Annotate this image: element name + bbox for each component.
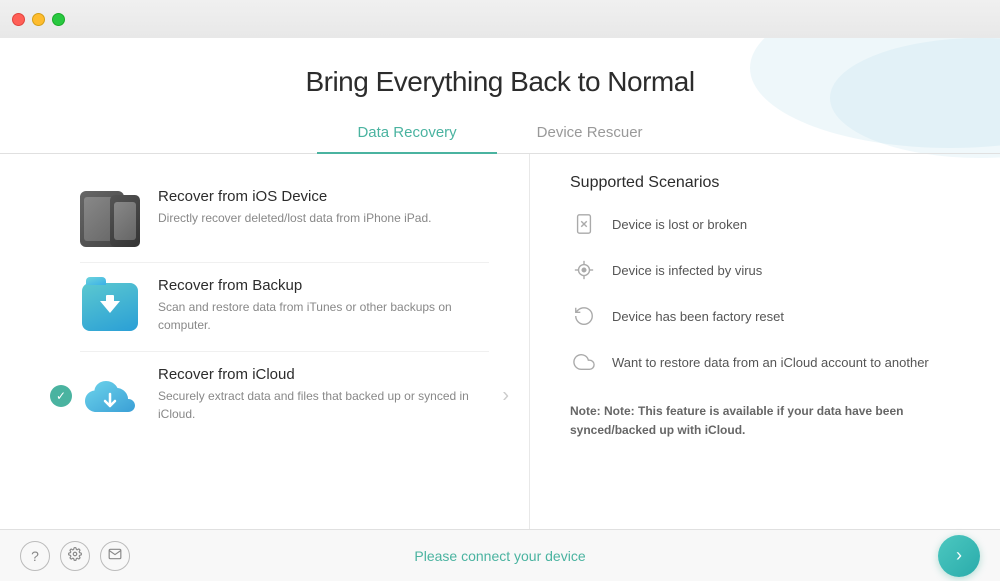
next-button[interactable]: › xyxy=(938,535,980,577)
broken-device-icon xyxy=(570,210,598,238)
status-post: your device xyxy=(510,548,585,564)
scenario-factory-reset: Device has been factory reset xyxy=(570,302,960,330)
content-columns: Recover from iOS Device Directly recover… xyxy=(0,154,1000,529)
backup-item-text: Recover from Backup Scan and restore dat… xyxy=(158,277,489,334)
factory-reset-icon xyxy=(570,302,598,330)
icloud-restore-icon xyxy=(570,348,598,376)
hero-title: Bring Everything Back to Normal xyxy=(0,38,1000,98)
bottom-left-icons: ? xyxy=(20,541,130,571)
ios-item-title: Recover from iOS Device xyxy=(158,188,431,205)
main-content: Bring Everything Back to Normal Data Rec… xyxy=(0,38,1000,529)
status-highlight: connect xyxy=(461,548,510,564)
help-icon: ? xyxy=(31,548,39,564)
recover-from-ios[interactable]: Recover from iOS Device Directly recover… xyxy=(80,174,489,262)
scenario-lost-broken-text: Device is lost or broken xyxy=(612,217,747,232)
title-bar xyxy=(0,0,1000,38)
maximize-button[interactable] xyxy=(52,13,65,26)
backup-item-title: Recover from Backup xyxy=(158,277,489,294)
virus-icon xyxy=(570,256,598,284)
tab-bar: Data Recovery Device Rescuer xyxy=(0,116,1000,154)
tab-data-recovery[interactable]: Data Recovery xyxy=(317,116,496,153)
selected-checkmark: ✓ xyxy=(50,385,72,407)
icloud-item-title: Recover from iCloud xyxy=(158,366,489,383)
settings-icon xyxy=(68,547,82,564)
mail-button[interactable] xyxy=(100,541,130,571)
ios-item-text: Recover from iOS Device Directly recover… xyxy=(158,188,431,227)
tab-device-rescuer[interactable]: Device Rescuer xyxy=(497,116,683,153)
status-pre: Please xyxy=(414,548,461,564)
scenario-factory-reset-text: Device has been factory reset xyxy=(612,309,784,324)
scenario-icloud-restore: Want to restore data from an iCloud acco… xyxy=(570,348,960,376)
icloud-icon xyxy=(80,366,140,426)
scenarios-title: Supported Scenarios xyxy=(570,174,960,192)
backup-item-description: Scan and restore data from iTunes or oth… xyxy=(158,298,489,334)
icloud-item-description: Securely extract data and files that bac… xyxy=(158,387,489,423)
icloud-item-text: Recover from iCloud Securely extract dat… xyxy=(158,366,489,423)
scenario-icloud-restore-text: Want to restore data from an iCloud acco… xyxy=(612,355,929,370)
mail-icon xyxy=(108,547,122,564)
recovery-options-panel: Recover from iOS Device Directly recover… xyxy=(0,154,530,529)
help-button[interactable]: ? xyxy=(20,541,50,571)
bottom-bar: ? Please connect your device › xyxy=(0,529,1000,581)
ios-device-icon xyxy=(80,188,140,248)
scenarios-panel: Supported Scenarios Device is lost or br… xyxy=(530,154,1000,529)
status-text: Please connect your device xyxy=(414,548,585,564)
recover-from-icloud[interactable]: ✓ xyxy=(80,351,489,440)
scenario-virus: Device is infected by virus xyxy=(570,256,960,284)
note-text: Note: This feature is available if your … xyxy=(570,404,903,437)
scenario-lost-broken: Device is lost or broken xyxy=(570,210,960,238)
scenario-note: Note: Note: This feature is available if… xyxy=(570,394,960,440)
settings-button[interactable] xyxy=(60,541,90,571)
note-label: Note: xyxy=(570,404,601,418)
traffic-lights xyxy=(12,13,65,26)
next-icon: › xyxy=(956,545,962,566)
close-button[interactable] xyxy=(12,13,25,26)
item-chevron-icon: › xyxy=(502,385,509,408)
ios-item-description: Directly recover deleted/lost data from … xyxy=(158,209,431,227)
minimize-button[interactable] xyxy=(32,13,45,26)
recover-from-backup[interactable]: Recover from Backup Scan and restore dat… xyxy=(80,262,489,351)
backup-icon xyxy=(80,277,140,337)
scenario-virus-text: Device is infected by virus xyxy=(612,263,762,278)
